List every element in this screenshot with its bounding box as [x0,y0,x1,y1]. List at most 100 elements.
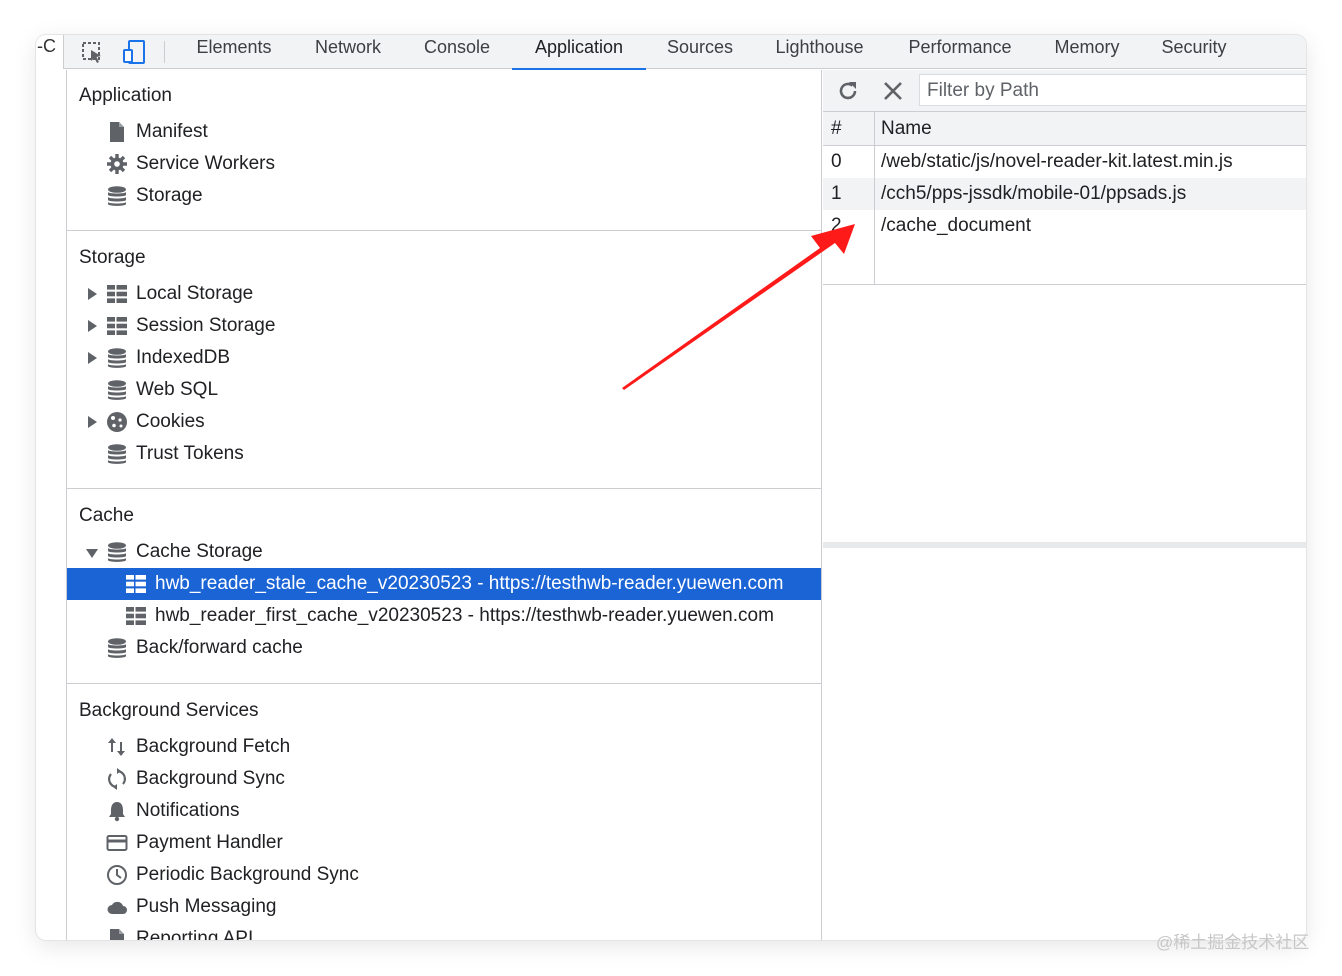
sidebar-item-label: Web SQL [136,379,219,400]
column-divider [874,112,875,284]
row-index: 1 [831,183,842,204]
bell-icon [109,802,125,822]
sidebar-item-label: Reporting API [136,928,254,940]
tab-elements[interactable]: Elements [194,35,274,69]
row-name: /cache_document [881,215,1031,236]
sidebar-item-manifest[interactable]: Manifest [67,116,821,148]
table-header: # Name [823,112,1306,146]
sidebar-item-label: IndexedDB [136,347,231,368]
section-title-background-services: Background Services [79,700,259,721]
devtools-toolbar: -C Elements Network Console Application … [36,35,1306,70]
sidebar-item-label: Notifications [136,800,240,821]
file-icon [110,122,124,142]
sidebar-item-background-sync[interactable]: Background Sync [67,763,821,795]
database-icon [108,638,126,658]
sidebar-item-session-storage[interactable]: Session Storage [67,310,821,342]
table-row[interactable]: 2 /cache_document [823,210,1306,242]
sidebar-item-label: Background Sync [136,768,285,789]
sidebar-item-service-workers[interactable]: Service Workers [67,148,821,180]
expand-arrow-icon[interactable] [88,288,97,300]
cache-entries-table: # Name 0 /web/static/js/novel-reader-kit… [823,112,1306,548]
file-icon [110,929,124,940]
up-down-arrows-icon [108,738,125,756]
sidebar-item-cookies[interactable]: Cookies [67,406,821,438]
sidebar-item-label: Cookies [136,411,205,432]
database-icon [108,348,126,368]
sidebar-item-push-messaging[interactable]: Push Messaging [67,891,821,923]
row-name: /cch5/pps-jssdk/mobile-01/ppsads.js [881,183,1187,204]
sidebar-item-label: Back/forward cache [136,637,303,658]
section-title-application: Application [79,85,172,106]
toolbar-stub-text: -C [37,36,56,56]
sidebar-item-label: Service Workers [136,153,276,174]
clear-icon[interactable] [882,80,904,102]
row-index: 0 [831,151,842,172]
sidebar-item-label: hwb_reader_stale_cache_v20230523 - https… [155,573,784,594]
section-title-storage: Storage [79,247,146,268]
watermark: @稀土掘金技术社区 [1156,933,1310,952]
sidebar-item-label: Cache Storage [136,541,263,562]
sidebar-item-back-forward-cache[interactable]: Back/forward cache [67,632,821,664]
table-icon [107,285,127,303]
tab-application[interactable]: Application [512,35,646,70]
credit-card-icon [106,835,128,851]
toolbar-stub: -C [36,35,64,69]
section-title-cache: Cache [79,505,134,526]
column-header-index[interactable]: # [831,118,842,140]
refresh-icon[interactable] [836,79,860,103]
row-index: 2 [831,215,842,236]
tab-security[interactable]: Security [1158,35,1230,69]
section-cache: Cache Cache Storage hwb_reader_stale_cac [67,490,821,684]
sidebar-item-stale-cache[interactable]: hwb_reader_stale_cache_v20230523 - https… [67,568,821,600]
column-header-name[interactable]: Name [881,118,932,140]
tab-console[interactable]: Console [421,35,493,69]
filter-by-path-input[interactable]: Filter by Path [919,74,1306,106]
sidebar-item-first-cache[interactable]: hwb_reader_first_cache_v20230523 - https… [67,600,821,632]
table-row[interactable]: 0 /web/static/js/novel-reader-kit.latest… [823,146,1306,178]
tab-memory[interactable]: Memory [1051,35,1123,69]
sync-icon [108,768,126,790]
sidebar-item-background-fetch[interactable]: Background Fetch [67,731,821,763]
sidebar-item-label: Local Storage [136,283,254,304]
table-icon [107,317,127,335]
tab-lighthouse[interactable]: Lighthouse [771,35,868,69]
expand-arrow-icon[interactable] [88,352,97,364]
tab-sources[interactable]: Sources [664,35,736,69]
table-end-line [823,284,1306,285]
application-sidebar: Application Manifest Service Workers Sto… [66,70,822,940]
sidebar-item-trust-tokens[interactable]: Trust Tokens [67,438,821,470]
sidebar-item-label: Periodic Background Sync [136,864,359,885]
cache-storage-view: Filter by Path # Name 0 /web/static/js/n… [823,70,1306,940]
database-icon [108,380,126,400]
sidebar-item-indexeddb[interactable]: IndexedDB [67,342,821,374]
sidebar-item-notifications[interactable]: Notifications [67,795,821,827]
sidebar-item-cache-storage[interactable]: Cache Storage [67,536,821,568]
device-toolbar-icon[interactable] [120,38,148,66]
cache-toolbar: Filter by Path [823,70,1306,112]
table-row[interactable]: 1 /cch5/pps-jssdk/mobile-01/ppsads.js [823,178,1306,210]
table-icon [126,575,146,593]
sidebar-item-label: Push Messaging [136,896,277,917]
sidebar-item-reporting-api[interactable]: Reporting API [67,923,821,940]
sidebar-item-label: Manifest [136,121,208,142]
sidebar-item-periodic-background-sync[interactable]: Periodic Background Sync [67,859,821,891]
clock-icon [107,865,127,885]
row-name: /web/static/js/novel-reader-kit.latest.m… [881,151,1233,172]
database-icon [108,186,126,206]
sidebar-item-payment-handler[interactable]: Payment Handler [67,827,821,859]
section-application: Application Manifest Service Workers Sto… [67,70,821,231]
sidebar-item-storage[interactable]: Storage [67,180,821,212]
sidebar-item-local-storage[interactable]: Local Storage [67,278,821,310]
section-storage: Storage Local Storage Session Storage In… [67,232,821,489]
gear-icon [107,154,127,174]
sidebar-item-web-sql[interactable]: Web SQL [67,374,821,406]
sidebar-item-label: Trust Tokens [136,443,244,464]
expand-arrow-icon[interactable] [88,320,97,332]
expand-arrow-icon[interactable] [88,416,97,428]
tab-performance[interactable]: Performance [904,35,1016,69]
table-icon [126,607,146,625]
inspect-element-icon[interactable] [78,38,106,66]
devtools-window: -C Elements Network Console Application … [36,35,1306,940]
tab-network[interactable]: Network [311,35,385,69]
collapse-arrow-icon[interactable] [86,549,98,558]
